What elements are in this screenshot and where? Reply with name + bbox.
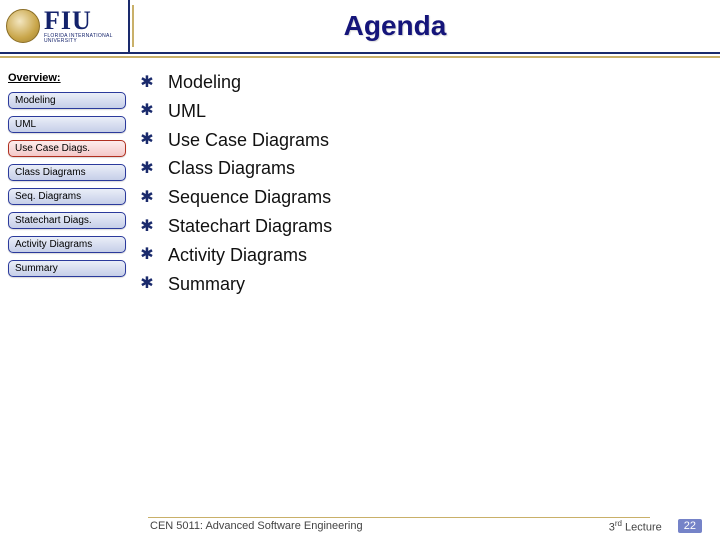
university-seal-icon [6, 9, 40, 43]
fiu-acronym: FIU [44, 8, 128, 34]
list-item: ✱ Class Diagrams [140, 154, 700, 183]
footer-lecture: 3rd Lecture [609, 519, 662, 534]
list-item: ✱ Statechart Diagrams [140, 212, 700, 241]
fiu-fullname: FLORIDA INTERNATIONAL UNIVERSITY [44, 34, 128, 44]
lecture-ordinal: rd [615, 519, 622, 528]
agenda-text: Summary [168, 270, 245, 299]
sidebar-item-modeling[interactable]: Modeling [8, 92, 126, 109]
agenda-text: Class Diagrams [168, 154, 295, 183]
header: FIU FLORIDA INTERNATIONAL UNIVERSITY Age… [0, 0, 720, 54]
bullet-icon: ✱ [140, 185, 154, 211]
sidebar-item-activity-diagrams[interactable]: Activity Diagrams [8, 236, 126, 253]
sidebar-item-use-case-diags[interactable]: Use Case Diags. [8, 140, 126, 157]
sidebar-heading: Overview: [8, 72, 132, 84]
agenda-text: Statechart Diagrams [168, 212, 332, 241]
bullet-icon: ✱ [140, 242, 154, 268]
list-item: ✱ Use Case Diagrams [140, 126, 700, 155]
sidebar-item-summary[interactable]: Summary [8, 260, 126, 277]
list-item: ✱ Modeling [140, 68, 700, 97]
agenda-list: ✱ Modeling ✱ UML ✱ Use Case Diagrams ✱ Class… [140, 68, 700, 298]
agenda-text: Modeling [168, 68, 241, 97]
sidebar: Overview: Modeling UML Use Case Diags. C… [0, 62, 140, 512]
bullet-icon: ✱ [140, 98, 154, 124]
list-item: ✱ Activity Diagrams [140, 241, 700, 270]
bullet-icon: ✱ [140, 127, 154, 153]
bullet-icon: ✱ [140, 156, 154, 182]
sidebar-item-seq-diagrams[interactable]: Seq. Diagrams [8, 188, 126, 205]
sidebar-item-uml[interactable]: UML [8, 116, 126, 133]
footer-course: CEN 5011: Advanced Software Engineering [150, 520, 609, 532]
agenda-text: Sequence Diagrams [168, 183, 331, 212]
slide-number: 22 [678, 519, 702, 533]
fiu-text: FIU FLORIDA INTERNATIONAL UNIVERSITY [44, 8, 128, 44]
footer: CEN 5011: Advanced Software Engineering … [0, 516, 720, 540]
content: ✱ Modeling ✱ UML ✱ Use Case Diagrams ✱ Class… [140, 62, 720, 512]
lecture-label: Lecture [622, 521, 662, 533]
sidebar-item-statechart-diags[interactable]: Statechart Diags. [8, 212, 126, 229]
list-item: ✱ Sequence Diagrams [140, 183, 700, 212]
list-item: ✱ Summary [140, 270, 700, 299]
bullet-icon: ✱ [140, 70, 154, 96]
bullet-icon: ✱ [140, 271, 154, 297]
bullet-icon: ✱ [140, 214, 154, 240]
sidebar-item-class-diagrams[interactable]: Class Diagrams [8, 164, 126, 181]
fiu-logo: FIU FLORIDA INTERNATIONAL UNIVERSITY [0, 0, 130, 53]
page-title: Agenda [130, 10, 720, 42]
body: Overview: Modeling UML Use Case Diags. C… [0, 54, 720, 512]
agenda-text: UML [168, 97, 206, 126]
agenda-text: Activity Diagrams [168, 241, 307, 270]
agenda-text: Use Case Diagrams [168, 126, 329, 155]
list-item: ✱ UML [140, 97, 700, 126]
